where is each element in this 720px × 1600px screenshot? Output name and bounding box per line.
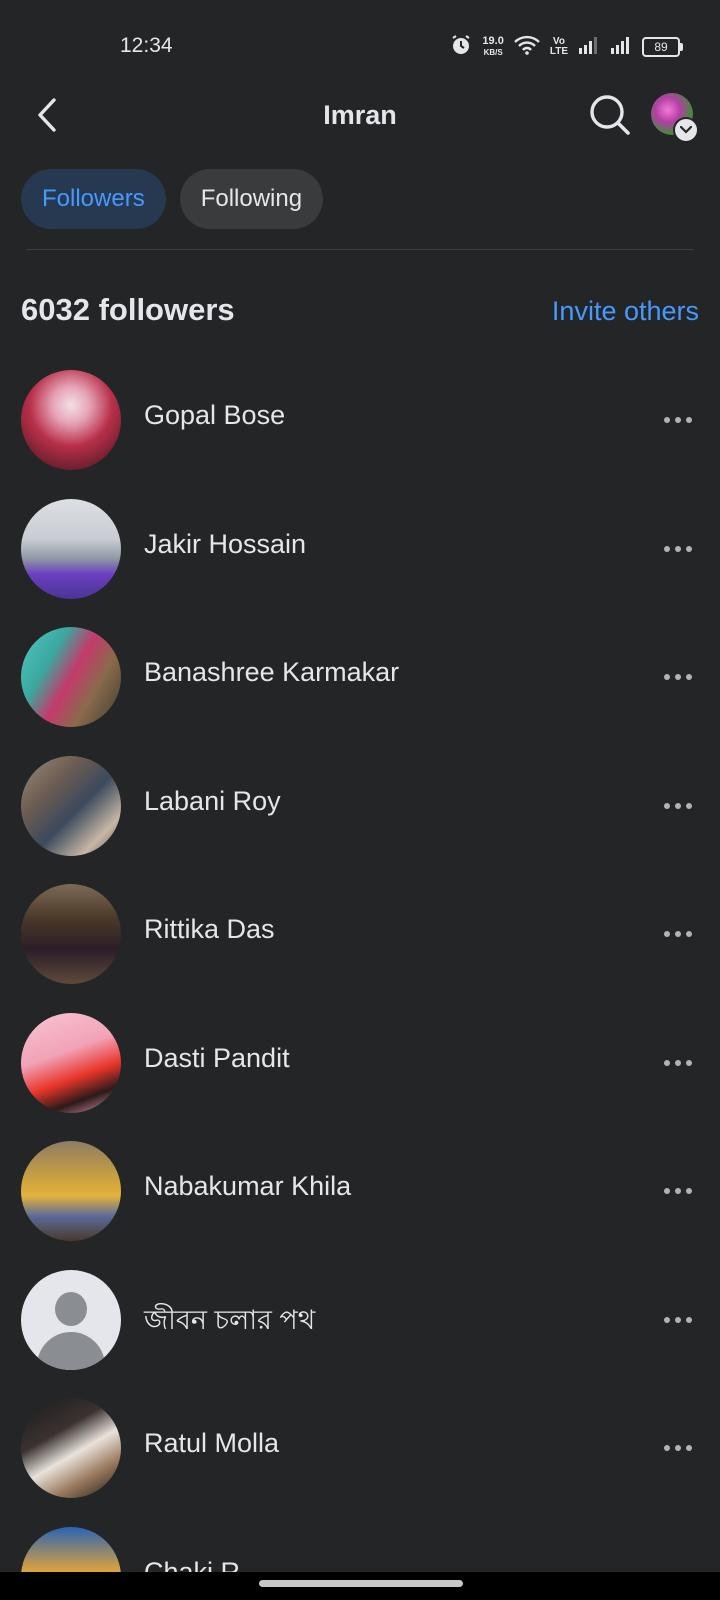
status-time: 12:34 xyxy=(120,34,173,57)
list-item[interactable]: Ratul Molla xyxy=(0,1398,720,1527)
wifi-icon xyxy=(513,35,540,60)
tab-followers[interactable]: Followers xyxy=(21,169,166,229)
list-item[interactable]: Jakir Hossain xyxy=(0,498,720,628)
more-icon xyxy=(664,1316,692,1323)
search-button[interactable] xyxy=(587,92,633,138)
follower-name[interactable]: জীবন চলার পথ xyxy=(144,1300,315,1345)
list-item[interactable]: Labani Roy xyxy=(0,755,720,885)
search-icon xyxy=(590,95,630,135)
avatar[interactable] xyxy=(21,370,121,470)
back-button[interactable] xyxy=(26,93,70,137)
more-options-button[interactable] xyxy=(656,655,700,699)
battery-indicator: 89 xyxy=(642,37,683,57)
more-options-button[interactable] xyxy=(656,1426,700,1470)
tab-bar: Followers Following xyxy=(21,169,324,229)
more-icon xyxy=(664,674,692,680)
avatar[interactable] xyxy=(21,498,121,599)
more-icon xyxy=(664,545,692,552)
list-item[interactable]: Dasti Pandit xyxy=(0,1012,720,1142)
chevron-down-icon xyxy=(673,117,699,143)
home-gesture-handle[interactable] xyxy=(259,1580,463,1587)
gesture-nav-bar xyxy=(0,1572,720,1600)
default-avatar[interactable] xyxy=(21,1269,121,1370)
followers-list: Gopal Bose Jakir Hossain Banashree Karma… xyxy=(0,370,720,1600)
network-speed-value: 19.0 xyxy=(482,35,504,47)
follower-name[interactable]: Jakir Hossain xyxy=(144,529,306,560)
follower-name[interactable]: Nabakumar Khila xyxy=(144,1171,351,1202)
follower-name[interactable]: Rittika Das xyxy=(144,914,275,945)
tab-following[interactable]: Following xyxy=(179,169,324,229)
list-item[interactable]: Nabakumar Khila xyxy=(0,1141,720,1270)
divider xyxy=(27,249,693,250)
more-options-button[interactable] xyxy=(656,527,700,571)
network-speed: 19.0 KB/S xyxy=(482,36,503,58)
follower-name[interactable]: Labani Roy xyxy=(144,786,281,817)
signal-icon-2 xyxy=(610,36,632,59)
avatar[interactable] xyxy=(21,1012,121,1113)
avatar[interactable] xyxy=(21,755,121,856)
list-item[interactable]: Rittika Das xyxy=(0,884,720,1013)
profile-switcher[interactable] xyxy=(651,93,699,143)
avatar[interactable] xyxy=(21,884,121,984)
avatar[interactable] xyxy=(21,1398,121,1498)
invite-others-link[interactable]: Invite others xyxy=(552,296,699,327)
list-item[interactable]: Banashree Karmakar xyxy=(0,627,720,756)
more-options-button[interactable] xyxy=(656,1169,700,1213)
followers-screen: 12:34 19.0 KB/S Vo LTE 89 Imran Follower… xyxy=(0,0,720,1600)
header: Imran xyxy=(0,80,720,150)
more-icon xyxy=(664,1445,692,1451)
volte-indicator: Vo LTE xyxy=(550,37,568,57)
volte-bottom: LTE xyxy=(549,46,568,57)
more-options-button[interactable] xyxy=(656,1041,700,1085)
more-icon xyxy=(664,931,692,937)
follower-name[interactable]: Dasti Pandit xyxy=(144,1043,290,1074)
avatar[interactable] xyxy=(21,1141,121,1241)
more-icon xyxy=(664,1059,692,1066)
list-item[interactable]: Gopal Bose xyxy=(0,370,720,499)
more-icon xyxy=(664,1188,692,1194)
more-options-button[interactable] xyxy=(656,1298,700,1342)
status-icons: 19.0 KB/S Vo LTE 89 xyxy=(450,34,683,61)
followers-count: 6032 followers xyxy=(21,292,235,327)
signal-icon xyxy=(578,36,600,59)
chevron-left-icon xyxy=(38,98,56,132)
alarm-icon xyxy=(450,34,472,61)
more-options-button[interactable] xyxy=(656,784,700,828)
network-speed-unit: KB/S xyxy=(483,48,503,57)
summary-row: 6032 followers Invite others xyxy=(21,288,699,336)
more-options-button[interactable] xyxy=(656,912,700,956)
avatar[interactable] xyxy=(21,627,121,727)
follower-name[interactable]: Banashree Karmakar xyxy=(144,657,399,688)
more-icon xyxy=(664,802,692,809)
follower-name[interactable]: Ratul Molla xyxy=(144,1428,279,1459)
follower-name[interactable]: Gopal Bose xyxy=(144,400,285,431)
more-icon xyxy=(664,417,692,423)
list-item[interactable]: জীবন চলার পথ xyxy=(0,1269,720,1399)
more-options-button[interactable] xyxy=(656,398,700,442)
